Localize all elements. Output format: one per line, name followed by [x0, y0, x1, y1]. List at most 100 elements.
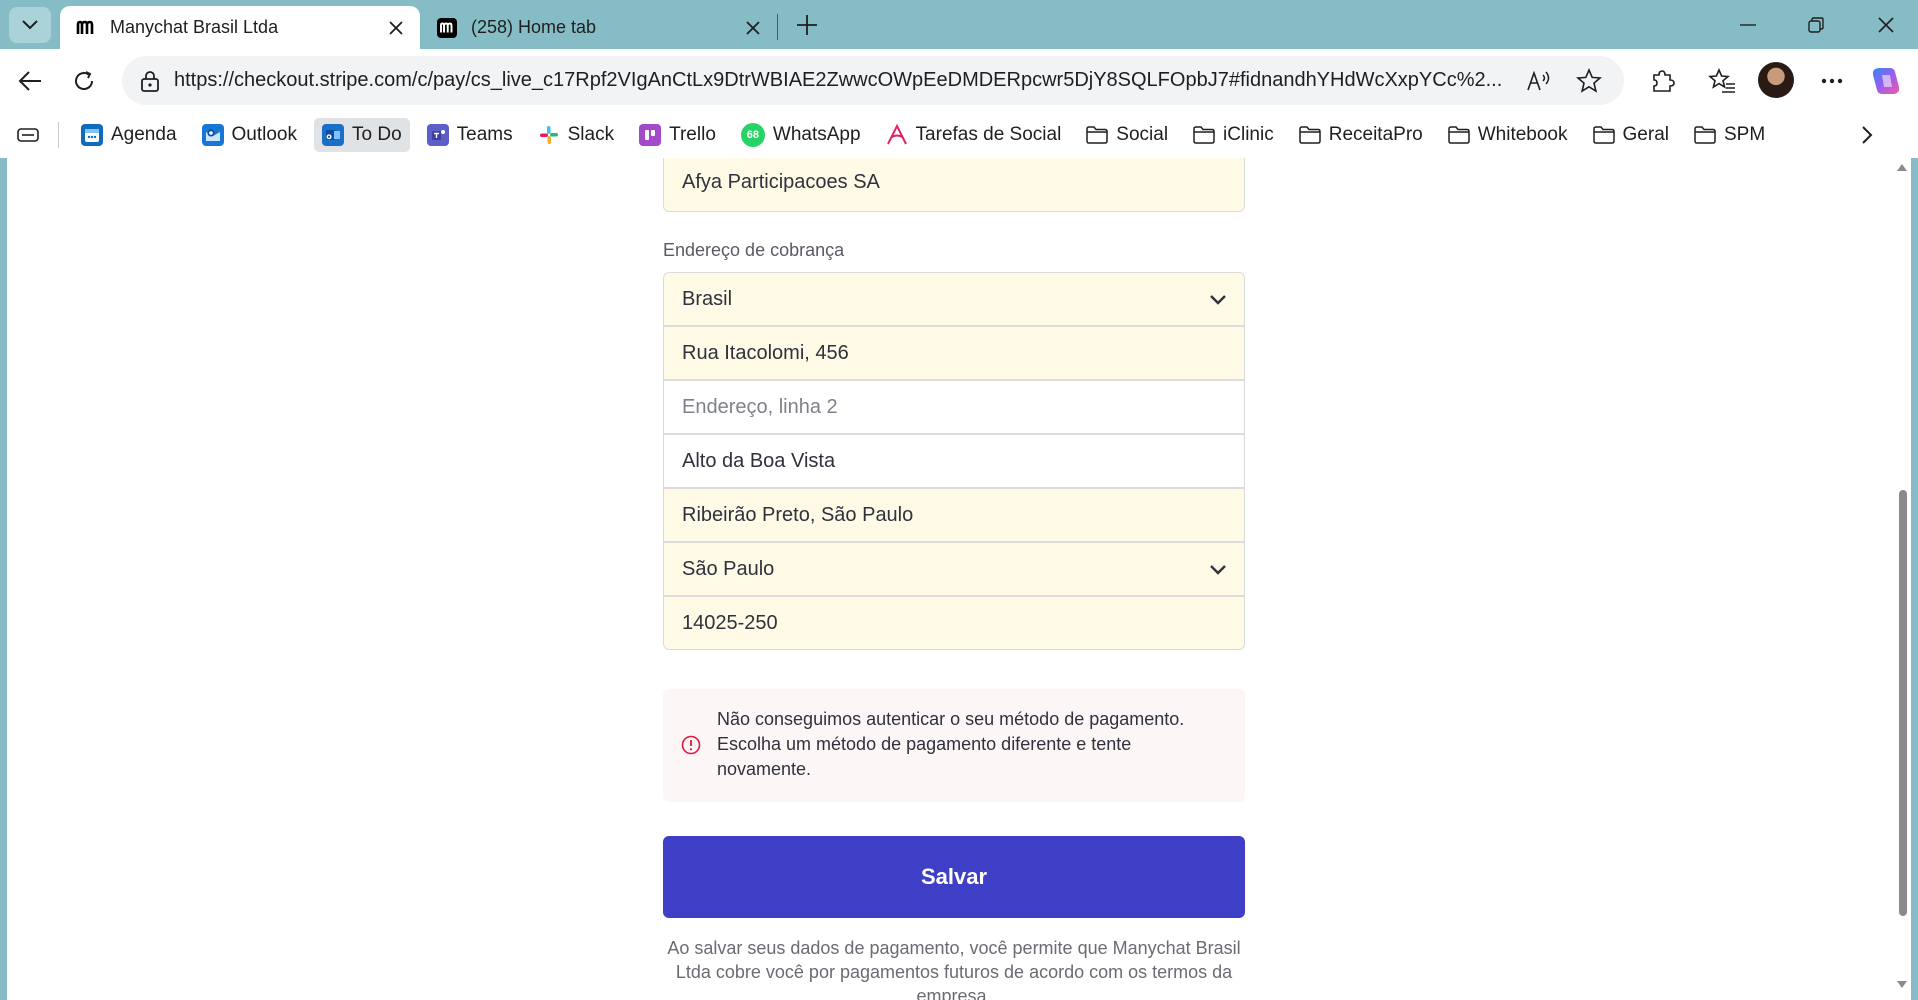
company-name-value: Afya Participacoes SA [682, 170, 880, 193]
state-select[interactable]: São Paulo [663, 542, 1245, 596]
bookmark-whatsapp[interactable]: 68 WhatsApp [733, 118, 869, 152]
tab-manychat-brasil[interactable]: Manychat Brasil Ltda [60, 6, 420, 49]
tab-strip-icon [17, 128, 39, 142]
tab-title: (258) Home tab [471, 17, 597, 37]
neighborhood-value: Alto da Boa Vista [682, 449, 836, 472]
back-button[interactable] [10, 61, 50, 101]
bookmark-label: Teams [456, 124, 513, 145]
address-line2-field[interactable]: Endereço, linha 2 [663, 380, 1245, 434]
favorites-button[interactable] [1702, 61, 1742, 101]
save-button[interactable]: Salvar [663, 836, 1245, 918]
tab-strip: Manychat Brasil Ltda (258) Home tab [0, 0, 1918, 49]
more-horizontal-icon [1821, 78, 1843, 84]
bookmark-label: Trello [669, 124, 716, 145]
bookmark-teams[interactable]: Teams [419, 118, 521, 152]
bookmark-trello[interactable]: Trello [631, 118, 724, 152]
billing-address-label: Endereço de cobrança [663, 240, 845, 260]
postal-code-field[interactable]: 14025-250 [663, 596, 1245, 650]
refresh-button[interactable] [64, 61, 104, 101]
tab-home[interactable]: (258) Home tab [421, 6, 777, 49]
notification-badge: 68 [746, 129, 760, 141]
chevron-down-icon [1210, 295, 1226, 305]
restore-button[interactable] [1788, 6, 1844, 44]
bookmark-folder-geral[interactable]: Geral [1585, 118, 1677, 152]
bookmark-label: SPM [1723, 124, 1766, 145]
bookmark-folder-receitapro[interactable]: ReceitaPro [1291, 118, 1431, 152]
close-tab-button[interactable] [384, 16, 408, 40]
browser-toolbar: https://checkout.stripe.com/c/pay/cs_liv… [0, 49, 1918, 112]
close-tab-button[interactable] [741, 16, 765, 40]
country-value: Brasil [682, 287, 733, 310]
page-scrollbar[interactable] [1893, 158, 1911, 1000]
bookmark-folder-social[interactable]: Social [1078, 118, 1176, 152]
profile-avatar[interactable] [1758, 62, 1794, 98]
bookmark-label: Whitebook [1477, 124, 1568, 145]
scrollbar-thumb[interactable] [1899, 490, 1907, 916]
bookmark-agenda[interactable]: Agenda [73, 118, 185, 152]
read-aloud-icon[interactable] [1524, 66, 1554, 96]
bookmark-folder-whitebook[interactable]: Whitebook [1440, 118, 1576, 152]
minimize-button[interactable] [1720, 6, 1776, 44]
minimize-icon [1740, 24, 1756, 26]
folder-icon [1694, 124, 1716, 146]
bookmark-label: iClinic [1223, 124, 1274, 145]
url-text: https://checkout.stripe.com/c/pay/cs_liv… [174, 69, 1503, 91]
state-value: São Paulo [682, 557, 775, 580]
city-value: Ribeirão Preto, São Paulo [682, 503, 914, 526]
close-window-button[interactable] [1858, 6, 1914, 44]
scroll-down-arrow-icon[interactable] [1896, 980, 1908, 990]
extensions-button[interactable] [1642, 61, 1682, 101]
bookmarks-bar: Agenda Outlook To Do Teams Slack Trello … [0, 112, 1918, 158]
outlook-todo-icon [322, 124, 344, 146]
lock-icon [140, 70, 162, 92]
bookmark-folder-iclinic[interactable]: iClinic [1185, 118, 1282, 152]
page-content: Afya Participacoes SA Endereço de cobran… [7, 158, 1911, 1000]
more-bookmarks-button[interactable] [1852, 120, 1882, 150]
address-line1-field[interactable]: Rua Itacolomi, 456 [663, 326, 1245, 380]
legal-text: Ao salvar seus dados de pagamento, você … [667, 938, 1241, 1000]
bookmark-slack[interactable]: Slack [530, 118, 622, 152]
tab-title: Manychat Brasil Ltda [110, 17, 279, 37]
scroll-up-arrow-icon[interactable] [1896, 162, 1908, 172]
favorite-star-icon[interactable] [1574, 66, 1604, 96]
bookmark-tarefas-de-social[interactable]: Tarefas de Social [878, 118, 1070, 152]
city-field[interactable]: Ribeirão Preto, São Paulo [663, 488, 1245, 542]
outlook-icon [201, 124, 224, 146]
plus-icon [797, 15, 817, 35]
postal-code-value: 14025-250 [682, 611, 778, 634]
alert-circle-icon [681, 735, 701, 755]
folder-icon [1086, 124, 1109, 146]
bookmark-outlook[interactable]: Outlook [194, 118, 305, 152]
bookmark-label: Slack [567, 124, 615, 145]
bookmark-label: Outlook [231, 124, 297, 145]
settings-more-button[interactable] [1812, 61, 1852, 101]
whatsapp-icon: 68 [740, 123, 765, 147]
tab-actions-menu-button[interactable] [9, 7, 51, 43]
folder-icon [1592, 124, 1615, 146]
asana-icon [886, 124, 908, 146]
bookmark-label: Tarefas de Social [915, 124, 1062, 145]
chevron-down-icon [1210, 565, 1226, 575]
restore-icon [1808, 17, 1824, 33]
close-icon [746, 20, 760, 35]
bookmark-folder-spm[interactable]: SPM [1686, 118, 1773, 152]
tab-separator [777, 14, 778, 40]
chevron-right-icon [1862, 126, 1873, 144]
chevron-down-icon [22, 20, 38, 30]
company-name-field[interactable]: Afya Participacoes SA [663, 158, 1245, 212]
error-message: Não conseguimos autenticar o seu método … [717, 709, 1185, 779]
collections-button[interactable] [14, 121, 42, 149]
bookmark-label: ReceitaPro [1328, 124, 1423, 145]
bookmark-to-do[interactable]: To Do [314, 118, 410, 152]
copilot-button[interactable] [1866, 61, 1906, 101]
neighborhood-field[interactable]: Alto da Boa Vista [663, 434, 1245, 488]
calendar-icon [81, 124, 103, 146]
address-bar[interactable]: https://checkout.stripe.com/c/pay/cs_liv… [122, 56, 1624, 105]
puzzle-icon [1653, 70, 1675, 92]
favorites-list-icon [1708, 68, 1735, 93]
country-select[interactable]: Brasil [663, 272, 1245, 326]
error-alert: Não conseguimos autenticar o seu método … [663, 689, 1245, 802]
bookmark-label: Agenda [111, 124, 177, 145]
bookmark-label: Social [1116, 124, 1169, 145]
new-tab-button[interactable] [790, 8, 824, 42]
